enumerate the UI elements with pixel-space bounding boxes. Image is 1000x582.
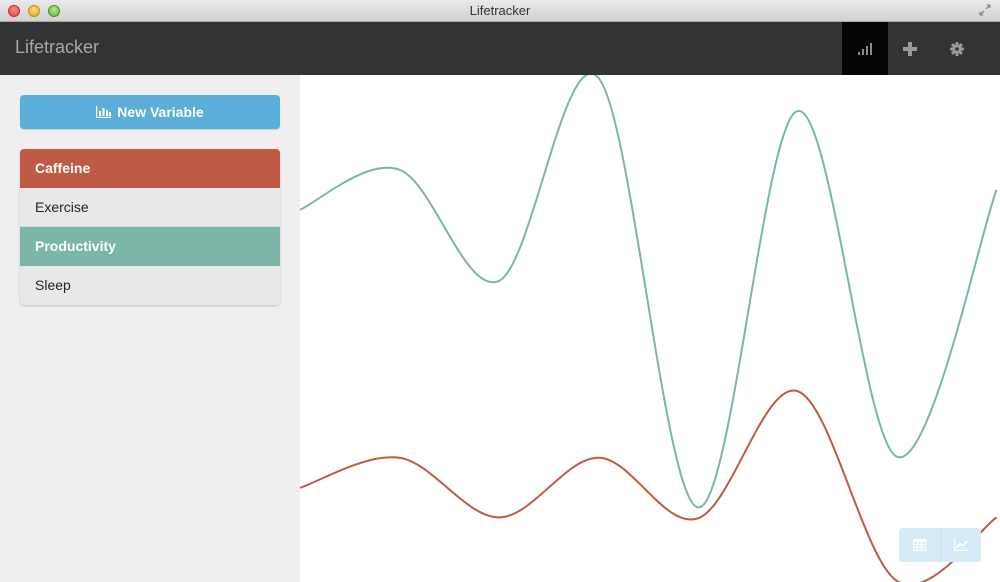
view-toggle	[899, 528, 981, 562]
line-chart-view-button[interactable]	[940, 528, 981, 562]
gear-icon	[950, 41, 964, 56]
bar-chart-icon	[96, 106, 112, 118]
settings-nav-button[interactable]	[934, 22, 980, 75]
variable-item-sleep[interactable]: Sleep	[20, 266, 280, 305]
sidebar: New Variable Caffeine Exercise Productiv…	[0, 75, 300, 582]
charts-nav-button[interactable]	[842, 22, 888, 75]
app-brand[interactable]: Lifetracker	[15, 37, 99, 58]
window-title: Lifetracker	[469, 3, 531, 18]
chart-area	[300, 75, 1000, 582]
line-chart-icon	[953, 539, 969, 551]
variable-item-exercise[interactable]: Exercise	[20, 188, 280, 227]
new-variable-label: New Variable	[117, 104, 204, 120]
plus-icon	[903, 41, 917, 56]
calendar-view-button[interactable]	[899, 528, 940, 562]
fullscreen-icon[interactable]	[978, 4, 992, 18]
variable-list: Caffeine Exercise Productivity Sleep	[20, 149, 280, 305]
add-nav-button[interactable]	[887, 22, 933, 75]
series-line-1	[300, 389, 998, 582]
variable-item-caffeine[interactable]: Caffeine	[20, 149, 280, 188]
variable-item-productivity[interactable]: Productivity	[20, 227, 280, 266]
app-header: Lifetracker	[0, 22, 1000, 75]
new-variable-button[interactable]: New Variable	[20, 95, 280, 129]
line-chart	[300, 75, 998, 582]
signal-bars-icon	[858, 42, 872, 55]
series-line-0	[300, 75, 998, 509]
window-titlebar: Lifetracker	[0, 0, 1000, 22]
calendar-icon	[913, 539, 926, 551]
